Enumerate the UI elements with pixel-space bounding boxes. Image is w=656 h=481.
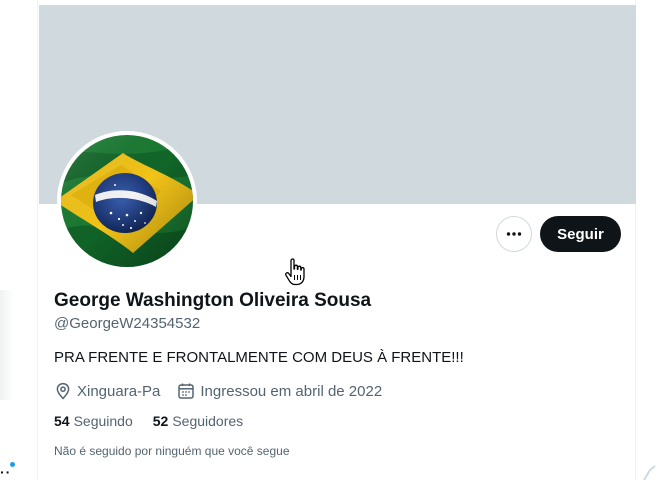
left-bottom-fragment: ·· (0, 458, 20, 480)
calendar-icon (178, 383, 195, 399)
follow-stats-row: 54 Seguindo 52 Seguidores (54, 413, 263, 429)
more-options-button[interactable] (496, 216, 532, 252)
followers-count: 52 (152, 413, 169, 429)
hand-cursor-icon (285, 258, 305, 286)
location-text: Xinguara-Pa (77, 382, 161, 400)
profile-meta-row: Xinguara-Pa Ingressou em abril de 2022 (54, 381, 399, 401)
left-edge-fragment (0, 290, 14, 400)
following-label: Seguindo (73, 413, 133, 429)
profile-handle: @GeorgeW24354532 (54, 315, 201, 332)
joined-text: Ingressou em abril de 2022 (200, 382, 383, 400)
page: ·· Seguir George Washington Oliveira Sou… (0, 0, 656, 481)
joined-item: Ingressou em abril de 2022 (177, 382, 382, 400)
not-followed-note: Não é seguido por ninguém que você segue (54, 444, 290, 458)
followers-link[interactable]: 52 Seguidores (153, 413, 243, 429)
profile-column: Seguir George Washington Oliveira Sousa … (37, 0, 636, 481)
profile-bio: PRA FRENTE E FRONTALMENTE COM DEUS À FRE… (54, 349, 464, 366)
brazil-flag-avatar-image (61, 135, 193, 267)
followers-label: Seguidores (172, 413, 244, 429)
follow-button[interactable]: Seguir (540, 216, 621, 252)
following-link[interactable]: 54 Seguindo (54, 413, 133, 429)
profile-avatar[interactable] (57, 131, 197, 271)
more-icon (506, 232, 522, 236)
location-item: Xinguara-Pa (54, 382, 160, 400)
profile-display-name: George Washington Oliveira Sousa (54, 290, 372, 311)
following-count: 54 (54, 413, 70, 429)
ellipsis-icon: ·· (0, 464, 12, 480)
right-edge-fragment (643, 465, 656, 481)
location-pin-icon (56, 382, 70, 400)
